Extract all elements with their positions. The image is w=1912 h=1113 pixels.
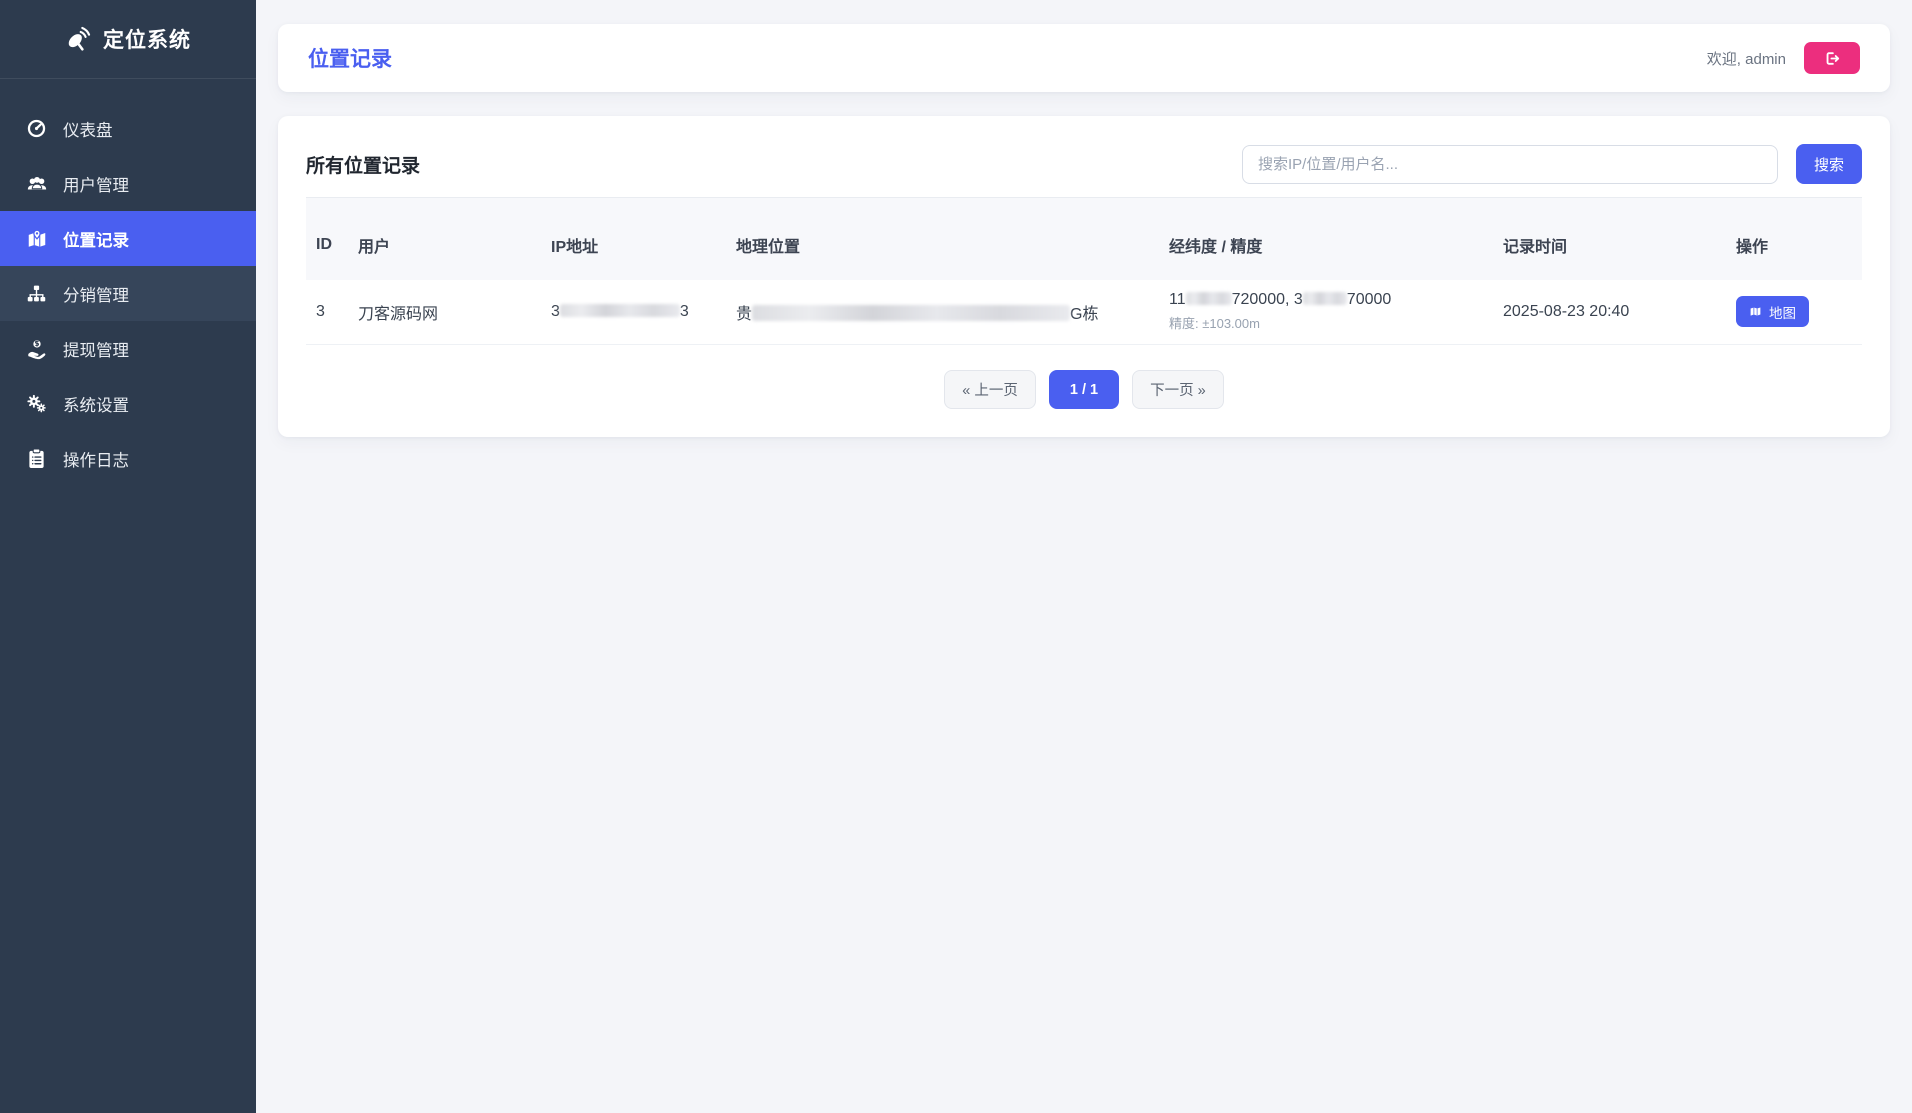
- sitemap-icon: [25, 283, 48, 304]
- cell-user: 刀客源码网: [348, 280, 541, 345]
- records-panel: 所有位置记录 搜索 ID 用户: [278, 116, 1890, 437]
- sidebar-menu: 仪表盘 用户管理: [0, 101, 256, 486]
- topbar-right: 欢迎, admin: [1707, 42, 1860, 74]
- search-group: 搜索: [1242, 144, 1862, 184]
- accuracy-text: 精度: ±103.00m: [1169, 313, 1483, 332]
- sidebar-item-label: 仪表盘: [63, 117, 113, 141]
- app-title: 定位系统: [103, 24, 191, 54]
- panel-title: 所有位置记录: [306, 151, 420, 178]
- records-table: ID 用户 IP地址 地理位置 经纬度 / 精度 记录时间 操作 3 刀客源码网: [306, 197, 1862, 345]
- redacted-ip-segment: [560, 304, 680, 317]
- redacted-coord-segment: [1303, 292, 1347, 305]
- table-row: 3 刀客源码网 33 贵G栋 11720000, 370000 精度: ±103…: [306, 280, 1862, 345]
- logout-button[interactable]: [1804, 42, 1860, 74]
- sidebar-item-settings[interactable]: 系统设置: [0, 376, 256, 431]
- cell-time: 2025-08-23 20:40: [1493, 280, 1726, 345]
- sidebar-item-logs[interactable]: 操作日志: [0, 431, 256, 486]
- map-button[interactable]: 地图: [1736, 296, 1809, 327]
- sidebar-item-label: 提现管理: [63, 337, 129, 361]
- prev-page-button[interactable]: « 上一页: [944, 370, 1036, 409]
- next-page-button[interactable]: 下一页 »: [1132, 370, 1224, 409]
- sidebar-item-location-records[interactable]: 位置记录: [0, 211, 256, 266]
- search-input[interactable]: [1242, 145, 1778, 184]
- sidebar-item-label: 分销管理: [63, 282, 129, 306]
- sidebar-item-label: 系统设置: [63, 392, 129, 416]
- cell-ip: 33: [541, 280, 726, 345]
- app-logo: 定位系统: [0, 0, 256, 79]
- table-header-row: ID 用户 IP地址 地理位置 经纬度 / 精度 记录时间 操作: [306, 198, 1862, 280]
- cell-id: 3: [306, 280, 348, 345]
- sidebar-item-distribution[interactable]: 分销管理: [0, 266, 256, 321]
- gauge-icon: [25, 118, 48, 139]
- welcome-text: 欢迎, admin: [1707, 48, 1786, 69]
- cell-actions: 地图: [1726, 280, 1862, 345]
- sidebar-item-dashboard[interactable]: 仪表盘: [0, 101, 256, 156]
- sign-out-icon: [1824, 50, 1841, 67]
- cell-location: 贵G栋: [726, 280, 1159, 345]
- sidebar-item-label: 位置记录: [63, 227, 129, 251]
- sidebar: 定位系统 仪表盘: [0, 0, 256, 1113]
- pagination: « 上一页 1 / 1 下一页 »: [306, 370, 1862, 409]
- coords-line: 11720000, 370000: [1169, 291, 1483, 309]
- sidebar-item-label: 操作日志: [63, 447, 129, 471]
- users-icon: [25, 173, 48, 195]
- col-ip: IP地址: [541, 198, 726, 280]
- sidebar-item-withdrawal[interactable]: 提现管理: [0, 321, 256, 376]
- cogs-icon: [25, 393, 48, 414]
- panel-head: 所有位置记录 搜索: [306, 144, 1862, 184]
- col-user: 用户: [348, 198, 541, 280]
- hand-holding-dollar-icon: [25, 338, 48, 360]
- redacted-coord-segment: [1186, 292, 1232, 305]
- cell-coords: 11720000, 370000 精度: ±103.00m: [1159, 280, 1493, 345]
- col-location: 地理位置: [726, 198, 1159, 280]
- col-actions: 操作: [1726, 198, 1862, 280]
- topbar: 位置记录 欢迎, admin: [278, 24, 1890, 92]
- col-time: 记录时间: [1493, 198, 1726, 280]
- col-coords: 经纬度 / 精度: [1159, 198, 1493, 280]
- map-icon: [1749, 305, 1762, 318]
- sidebar-item-users[interactable]: 用户管理: [0, 156, 256, 211]
- map-marked-icon: [25, 228, 48, 250]
- app-layout: 定位系统 仪表盘: [0, 0, 1912, 1113]
- page-title: 位置记录: [308, 43, 392, 73]
- current-page-indicator[interactable]: 1 / 1: [1049, 370, 1119, 409]
- records-table-wrap: ID 用户 IP地址 地理位置 经纬度 / 精度 记录时间 操作 3 刀客源码网: [306, 197, 1862, 345]
- search-button[interactable]: 搜索: [1796, 144, 1862, 184]
- clipboard-list-icon: [25, 448, 48, 469]
- sidebar-item-label: 用户管理: [63, 172, 129, 196]
- main-content: 位置记录 欢迎, admin 所有位置记录: [256, 0, 1912, 1113]
- col-id: ID: [306, 198, 348, 280]
- satellite-dish-icon: [65, 26, 91, 52]
- redacted-location-segment: [752, 305, 1070, 321]
